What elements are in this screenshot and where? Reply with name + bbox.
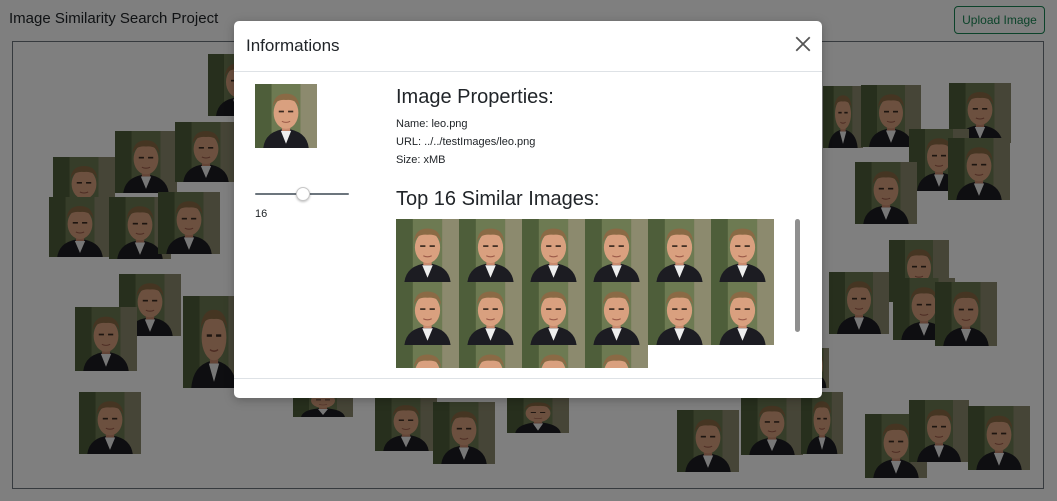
similar-image-thumbnail[interactable]: [648, 219, 711, 282]
modal-title: Informations: [246, 36, 340, 55]
modal-body: 16 Image Properties: Name: leo.png URL: …: [234, 72, 822, 378]
image-name: Name: leo.png: [396, 118, 468, 130]
result-count-slider[interactable]: [255, 187, 349, 201]
similar-images-grid: [396, 219, 774, 368]
image-properties-heading: Image Properties:: [396, 86, 554, 108]
information-modal: Informations 16 Image Properties: Name: …: [234, 21, 822, 398]
similar-image-thumbnail[interactable]: [459, 219, 522, 282]
similar-image-thumbnail[interactable]: [396, 345, 459, 368]
similar-image-thumbnail[interactable]: [522, 345, 585, 368]
query-image: [255, 84, 317, 148]
similar-image-thumbnail[interactable]: [648, 282, 711, 345]
similar-image-thumbnail[interactable]: [522, 219, 585, 282]
slider-handle[interactable]: [296, 187, 310, 201]
grid-scrollbar[interactable]: [795, 219, 800, 332]
modal-header: Informations: [234, 21, 822, 72]
similar-image-thumbnail[interactable]: [459, 282, 522, 345]
image-size: Size: xMB: [396, 154, 446, 166]
similar-image-thumbnail[interactable]: [711, 219, 774, 282]
similar-image-thumbnail[interactable]: [396, 282, 459, 345]
similar-image-thumbnail[interactable]: [711, 282, 774, 345]
image-url: URL: ../../testImages/leo.png: [396, 136, 536, 148]
similar-image-thumbnail[interactable]: [522, 282, 585, 345]
similar-image-thumbnail[interactable]: [396, 219, 459, 282]
similar-image-thumbnail[interactable]: [585, 345, 648, 368]
similar-images-heading: Top 16 Similar Images:: [396, 188, 600, 210]
similar-image-thumbnail[interactable]: [459, 345, 522, 368]
modal-footer: [234, 378, 822, 398]
close-icon[interactable]: [794, 35, 812, 53]
similar-image-thumbnail[interactable]: [585, 282, 648, 345]
slider-value: 16: [255, 208, 268, 220]
similar-image-thumbnail[interactable]: [585, 219, 648, 282]
